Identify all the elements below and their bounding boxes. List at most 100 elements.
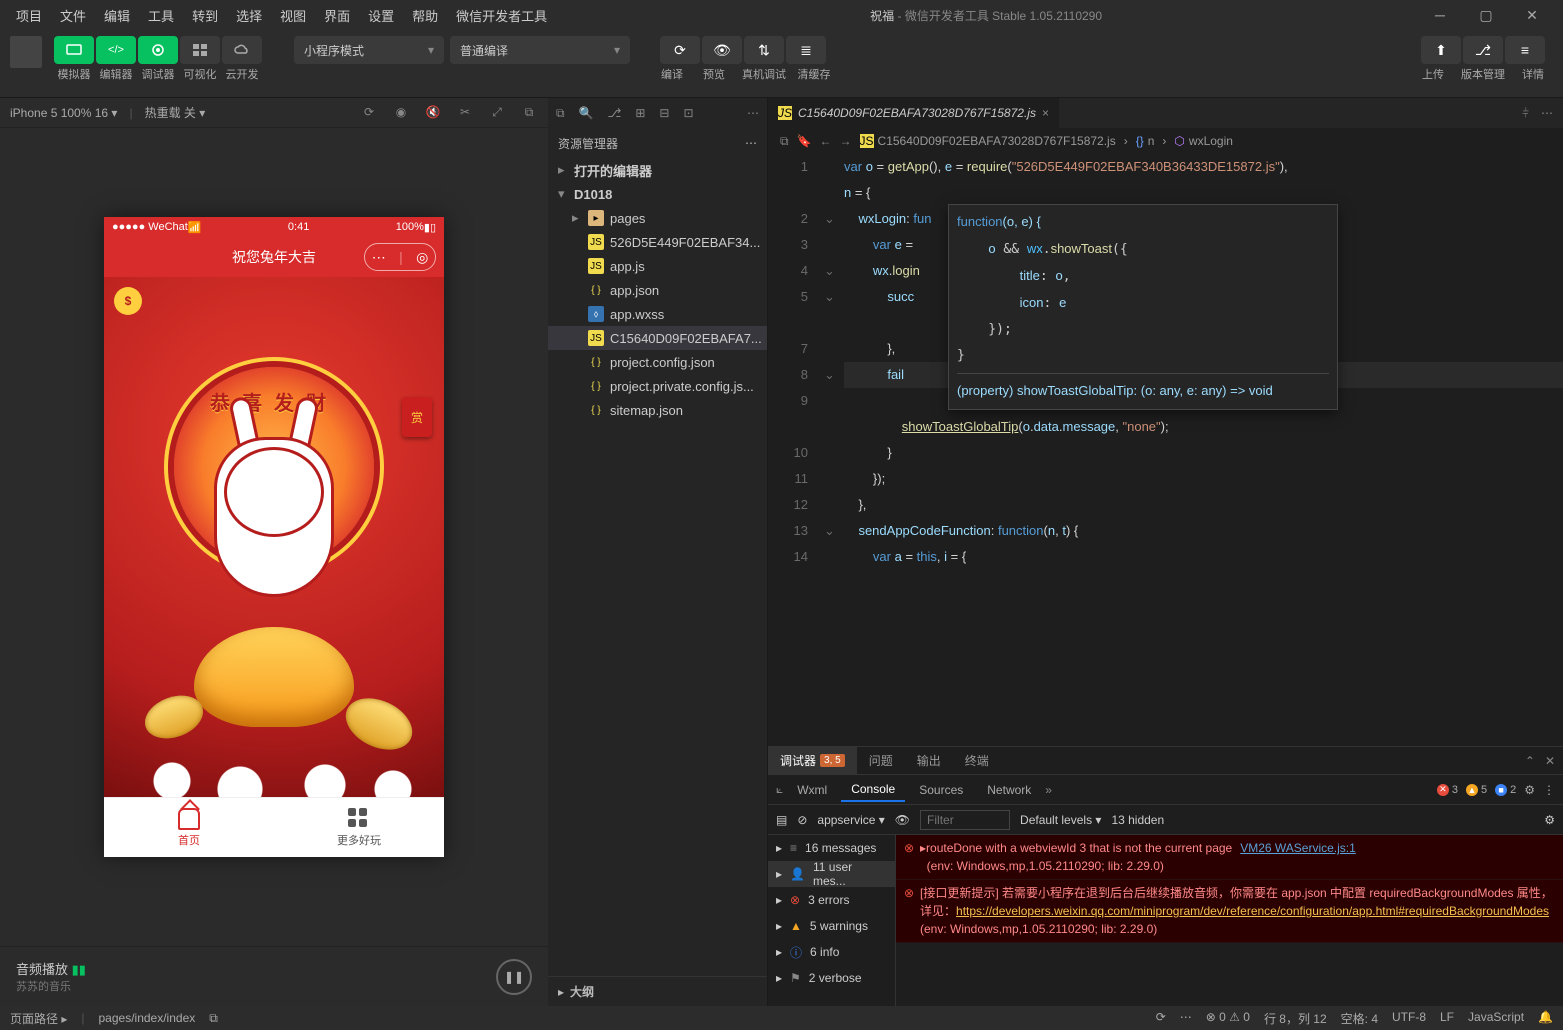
explorer-search-icon[interactable]: 🔍 xyxy=(579,106,594,121)
tab-output[interactable]: 输出 xyxy=(905,747,953,775)
compile-button[interactable]: ⟳ xyxy=(660,36,700,64)
file-526D5E449F02EBAF34...[interactable]: JS526D5E449F02EBAF34... xyxy=(548,230,767,254)
sim-mute-icon[interactable]: 🔇 xyxy=(424,105,442,120)
sim-home-icon[interactable]: ◉ xyxy=(392,105,410,120)
bookmark-icon[interactable]: ⧉ xyxy=(780,134,789,149)
file-pages[interactable]: ▸▸pages xyxy=(548,206,767,230)
editor-tab[interactable]: JSC15640D09F02EBAFA73028D767F15872.js× xyxy=(768,98,1059,128)
devtab-sources[interactable]: Sources xyxy=(909,779,973,801)
copy-path-icon[interactable]: ⧉ xyxy=(209,1011,218,1026)
hotreload-toggle[interactable]: 热重载 关 ▾ xyxy=(145,104,206,121)
section-root[interactable]: ▾D1018 xyxy=(548,182,767,206)
panel-close-icon[interactable]: ✕ xyxy=(1545,754,1555,768)
page-path[interactable]: pages/index/index xyxy=(99,1011,196,1025)
version-control-button[interactable]: ⎇ xyxy=(1463,36,1503,64)
menu-project[interactable]: 项目 xyxy=(8,2,50,29)
devtools-more-icon[interactable]: ⋮ xyxy=(1543,783,1555,797)
cloud-dev-button[interactable] xyxy=(222,36,262,64)
page-path-label[interactable]: 页面路径 ▸ xyxy=(10,1010,67,1027)
upload-button[interactable]: ⬆ xyxy=(1421,36,1461,64)
devtab-network[interactable]: Network xyxy=(977,779,1041,801)
live-expr-icon[interactable]: 👁 xyxy=(895,813,910,827)
file-C15640D09F02EBAFA7...[interactable]: JSC15640D09F02EBAFA7... xyxy=(548,326,767,350)
compile-select[interactable]: 普通编译▾ xyxy=(450,36,630,64)
menu-settings[interactable]: 设置 xyxy=(360,2,402,29)
bookmark2-icon[interactable]: 🔖 xyxy=(797,134,812,148)
console-filter-user[interactable]: ▸👤11 user mes... xyxy=(768,861,895,887)
sim-float-icon[interactable]: ⧉ xyxy=(520,105,538,120)
device-select[interactable]: iPhone 5 100% 16 ▾ xyxy=(10,106,117,120)
window-maximize-button[interactable]: ▢ xyxy=(1463,0,1509,30)
phone-page-content[interactable]: $ 恭喜发财 xyxy=(104,277,444,797)
section-open-editors[interactable]: ▸打开的编辑器 xyxy=(548,158,767,182)
user-avatar[interactable] xyxy=(10,36,42,68)
console-sidebar-icon[interactable]: ▤ xyxy=(776,813,787,827)
devtab-console[interactable]: Console xyxy=(841,778,905,802)
remote-debug-button[interactable]: ⇅ xyxy=(744,36,784,64)
capsule-menu[interactable]: ⋯|◎ xyxy=(364,243,436,271)
sim-cut-icon[interactable]: ✂ xyxy=(456,105,474,120)
devtab-more-icon[interactable]: » xyxy=(1045,783,1052,797)
phone-simulator[interactable]: ●●●●● WeChat📶 0:41 100% ▮▯ 祝您兔年大吉 ⋯|◎ $ … xyxy=(104,217,444,857)
console-filter-err[interactable]: ▸⊗3 errors xyxy=(768,887,895,913)
panel-up-icon[interactable]: ⌃ xyxy=(1525,754,1535,768)
menu-goto[interactable]: 转到 xyxy=(184,2,226,29)
file-project.config.json[interactable]: { }project.config.json xyxy=(548,350,767,374)
details-button[interactable]: ≡ xyxy=(1505,36,1545,64)
file-sitemap.json[interactable]: { }sitemap.json xyxy=(548,398,767,422)
split-editor-icon[interactable]: ⫩ xyxy=(1522,106,1529,121)
explorer-ext1-icon[interactable]: ⊞ xyxy=(635,106,645,121)
eol-info[interactable]: LF xyxy=(1440,1010,1454,1027)
menu-wxdevtools[interactable]: 微信开发者工具 xyxy=(448,2,555,29)
inspect-icon[interactable]: ⟀ xyxy=(776,782,783,797)
editor-breadcrumb[interactable]: ⧉ 🔖 ← → JSC15640D09F02EBAFA73028D767F158… xyxy=(768,128,1563,154)
menu-help[interactable]: 帮助 xyxy=(404,2,446,29)
sim-rotate-icon[interactable]: ⤢ xyxy=(488,105,506,120)
editor-toggle-button[interactable]: </> xyxy=(96,36,136,64)
context-select[interactable]: appservice ▾ xyxy=(817,813,884,827)
console-error-entry[interactable]: ⊗ ▸routeDone with a webviewId 3 that is … xyxy=(896,835,1563,880)
window-close-button[interactable]: ✕ xyxy=(1509,0,1555,30)
tab-home[interactable]: 首页 xyxy=(104,798,274,857)
console-filter-info[interactable]: ▸ⓘ6 info xyxy=(768,939,895,965)
indent-info[interactable]: 空格: 4 xyxy=(1341,1010,1378,1027)
devtools-settings-icon[interactable]: ⚙ xyxy=(1524,783,1535,797)
corner-badge[interactable]: $ xyxy=(114,287,142,315)
simulator-toggle-button[interactable] xyxy=(54,36,94,64)
clear-cache-button[interactable]: ≣ xyxy=(786,36,826,64)
hidden-count[interactable]: 13 hidden xyxy=(1111,813,1164,827)
console-filter-list[interactable]: ▸≡16 messages xyxy=(768,835,895,861)
explorer-more-icon[interactable]: ⋯ xyxy=(745,136,757,150)
nav-fwd-icon[interactable]: → xyxy=(840,134,852,148)
tab-problems[interactable]: 问题 xyxy=(857,747,905,775)
explorer-ext2-icon[interactable]: ⊟ xyxy=(659,106,669,121)
console-filter-verbose[interactable]: ▸⚑2 verbose xyxy=(768,965,895,991)
menu-select[interactable]: 选择 xyxy=(228,2,270,29)
bell-icon[interactable]: 🔔 xyxy=(1538,1010,1553,1027)
sim-refresh-icon[interactable]: ⟳ xyxy=(360,105,378,120)
console-filter-input[interactable] xyxy=(920,810,1010,830)
tab-terminal[interactable]: 终端 xyxy=(953,747,1001,775)
console-settings-icon[interactable]: ⚙ xyxy=(1544,813,1555,827)
preview-button[interactable]: 👁 xyxy=(702,36,742,64)
explorer-git-icon[interactable]: ⎇ xyxy=(608,106,622,121)
cursor-position[interactable]: 行 8，列 12 xyxy=(1264,1010,1327,1027)
section-outline[interactable]: ▸大纲 xyxy=(548,976,767,1006)
status-more-icon[interactable]: ⋯ xyxy=(1180,1010,1192,1027)
visual-toggle-button[interactable] xyxy=(180,36,220,64)
window-minimize-button[interactable]: ─ xyxy=(1417,0,1463,30)
tab-more[interactable]: 更多好玩 xyxy=(274,798,444,857)
console-filter-warn[interactable]: ▸▲5 warnings xyxy=(768,913,895,939)
language-mode[interactable]: JavaScript xyxy=(1468,1010,1524,1027)
console-error-entry[interactable]: ⊗ [接口更新提示] 若需要小程序在退到后台后继续播放音频，你需要在 app.j… xyxy=(896,880,1563,943)
menu-tools[interactable]: 工具 xyxy=(140,2,182,29)
editor-more-icon[interactable]: ⋯ xyxy=(1541,106,1553,121)
file-project.private.config.js...[interactable]: { }project.private.config.js... xyxy=(548,374,767,398)
menu-edit[interactable]: 编辑 xyxy=(96,2,138,29)
debugger-toggle-button[interactable] xyxy=(138,36,178,64)
audio-pause-button[interactable]: ❚❚ xyxy=(496,959,532,995)
console-log[interactable]: ⊗ ▸routeDone with a webviewId 3 that is … xyxy=(896,835,1563,1006)
tab-debugger[interactable]: 调试器3, 5 xyxy=(768,747,857,775)
log-source-link[interactable]: VM26 WAService.js:1 xyxy=(1240,841,1356,855)
status-refresh-icon[interactable]: ⟳ xyxy=(1156,1010,1166,1027)
